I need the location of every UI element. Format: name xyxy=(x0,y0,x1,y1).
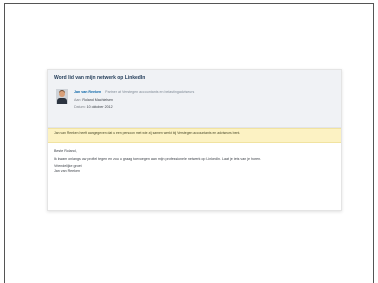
to-label: Aan: xyxy=(74,98,82,102)
signature-name: Jan van Reeken xyxy=(54,168,80,173)
avatar-head xyxy=(59,91,65,97)
email-preview: Word lid van mijn netwerk op LinkedIn Ja… xyxy=(47,69,342,211)
date-label: Datum: xyxy=(74,105,86,109)
email-subject: Word lid van mijn netwerk op LinkedIn xyxy=(54,75,146,81)
notice-banner: Jan van Reeken heeft aangegeven dat u ee… xyxy=(48,128,341,143)
email-body: Beste Roland, Ik kwam onlangs uw profiel… xyxy=(54,149,334,176)
avatar[interactable] xyxy=(56,89,68,104)
recipient-row: Aan: Roland Machielsen xyxy=(74,98,113,102)
avatar-body xyxy=(57,98,67,104)
sender-name-link[interactable]: Jan van Reeken xyxy=(74,90,101,94)
greeting: Beste Roland, xyxy=(54,149,77,153)
message-text: Ik kwam onlangs uw profiel tegen en zou … xyxy=(54,156,262,161)
email-header: Word lid van mijn netwerk op LinkedIn Ja… xyxy=(48,70,341,128)
to-value: Roland Machielsen xyxy=(82,98,113,102)
sender-role: Partner at Verstegen accountants en bela… xyxy=(105,90,195,94)
sender-row: Jan van Reeken Partner at Verstegen acco… xyxy=(74,90,194,94)
date-row: Datum: 10 oktober 2012 xyxy=(74,105,113,109)
screenshot-frame: Word lid van mijn netwerk op LinkedIn Ja… xyxy=(4,3,374,283)
signature-block: Vriendelijke groet Jan van Reeken xyxy=(54,164,334,173)
date-value: 10 oktober 2012 xyxy=(86,105,113,109)
